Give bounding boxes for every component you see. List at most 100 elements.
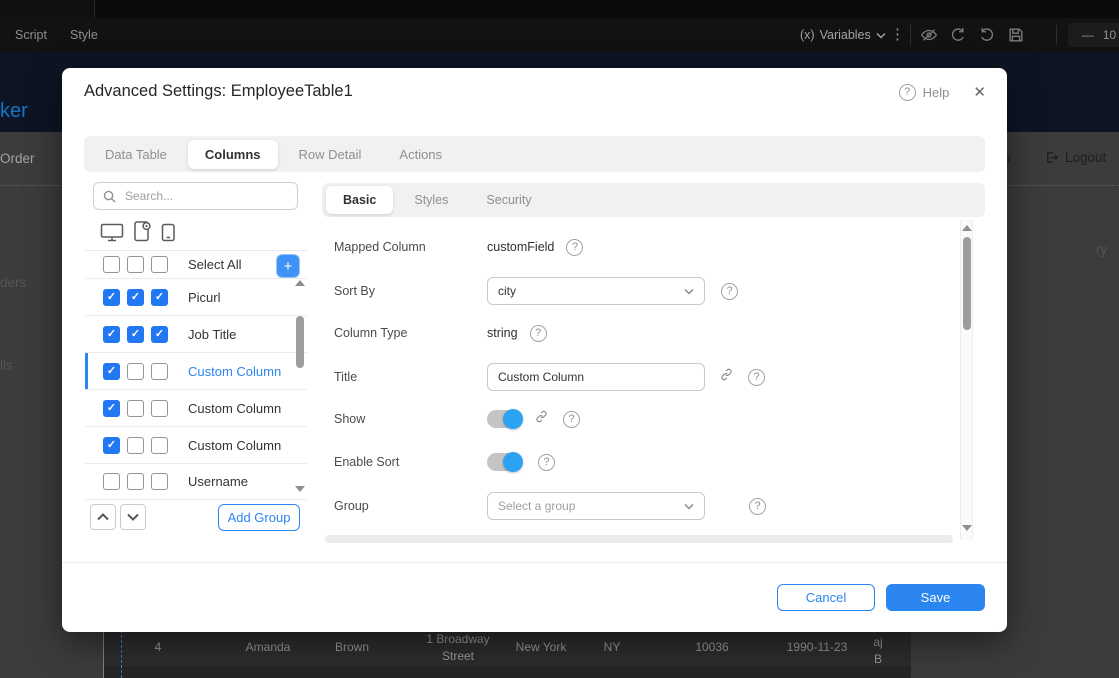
checkbox-checked[interactable]: ✓ — [151, 326, 168, 343]
checkbox-unchecked[interactable] — [151, 437, 168, 454]
scroll-up-icon[interactable] — [962, 225, 972, 231]
browser-strip — [0, 0, 1119, 18]
select-value: city — [498, 284, 516, 298]
cancel-button[interactable]: Cancel — [777, 584, 875, 611]
horizontal-scrollbar[interactable] — [325, 535, 953, 543]
field-row-group: Group Select a group ? — [334, 492, 974, 520]
form-scrollbar[interactable] — [960, 220, 973, 540]
field-row-title: Title ? — [334, 363, 974, 391]
move-up-button[interactable] — [90, 504, 116, 530]
employee-table-row-strip: 4AmandaBrown1 Broadway StreetNew YorkNY1… — [103, 630, 911, 678]
enable-sort-toggle-on[interactable] — [487, 453, 522, 471]
modal-tab-bar: Data Table Columns Row Detail Actions — [84, 136, 985, 172]
checkbox-checked[interactable]: ✓ — [103, 363, 120, 380]
show-toggle-on[interactable] — [487, 410, 522, 428]
column-list-item[interactable]: ✓Custom Column — [85, 352, 307, 389]
table-cell: Brown — [335, 630, 369, 666]
checkbox-checked[interactable]: ✓ — [103, 400, 120, 417]
field-label: Title — [334, 370, 487, 384]
checkbox-unchecked[interactable] — [127, 363, 144, 380]
nav-item-order[interactable]: Order — [0, 151, 35, 166]
help-icon[interactable]: ? — [566, 239, 583, 256]
move-down-button[interactable] — [120, 504, 146, 530]
column-list-item[interactable]: ✓✓✓Job Title — [85, 315, 307, 352]
zoom-control[interactable]: — 10 — [1068, 23, 1119, 47]
checkbox-checked[interactable]: ✓ — [103, 437, 120, 454]
mobile-icon[interactable] — [160, 223, 176, 242]
tab-styles[interactable]: Styles — [397, 186, 465, 214]
kebab-menu-icon[interactable]: ⋮ — [890, 18, 905, 52]
checkbox-unchecked[interactable] — [151, 363, 168, 380]
logout-button[interactable]: Logout — [1044, 150, 1106, 165]
variables-label: Variables — [820, 28, 871, 42]
search-icon — [103, 190, 116, 203]
link-icon[interactable] — [719, 367, 734, 387]
column-list-item[interactable]: Username — [85, 463, 307, 500]
device-visibility-icons — [100, 220, 176, 242]
scroll-up-icon[interactable] — [295, 280, 305, 286]
checkbox-checked[interactable]: ✓ — [103, 326, 120, 343]
help-icon[interactable]: ? — [749, 498, 766, 515]
checkbox-checked[interactable]: ✓ — [103, 289, 120, 306]
checkbox-unchecked[interactable] — [127, 473, 144, 490]
tab-basic[interactable]: Basic — [326, 186, 393, 214]
scroll-down-icon[interactable] — [962, 525, 972, 531]
toolbar-tab-style[interactable]: Style — [70, 18, 98, 52]
add-column-button[interactable]: + — [276, 254, 300, 278]
help-icon[interactable]: ? — [721, 283, 738, 300]
help-icon[interactable]: ? — [538, 454, 555, 471]
scrollbar-thumb[interactable] — [963, 237, 971, 330]
title-input[interactable] — [487, 363, 705, 391]
column-item-label: Custom Column — [188, 438, 281, 453]
tab-row-detail[interactable]: Row Detail — [282, 140, 379, 169]
checkbox-unchecked[interactable] — [151, 400, 168, 417]
save-icon[interactable] — [1007, 26, 1025, 44]
variables-icon: (x) — [800, 28, 815, 42]
select-placeholder: Select a group — [498, 499, 575, 513]
checkbox-unchecked[interactable] — [103, 256, 120, 273]
help-icon[interactable]: ? — [899, 84, 916, 101]
undo-icon[interactable] — [949, 26, 967, 44]
save-button[interactable]: Save — [886, 584, 985, 611]
desktop-icon[interactable] — [100, 223, 124, 242]
variables-dropdown[interactable]: (x) Variables — [800, 18, 886, 52]
redo-icon[interactable] — [978, 26, 996, 44]
tablet-icon[interactable] — [132, 220, 152, 242]
column-list-item[interactable]: ✓ Custom Column — [85, 426, 307, 463]
checkbox-checked[interactable]: ✓ — [127, 289, 144, 306]
column-list-item[interactable]: ✓✓✓Picurl — [85, 278, 307, 315]
toolbar-divider — [910, 25, 911, 45]
scrollbar-thumb[interactable] — [296, 316, 304, 368]
checkbox-checked[interactable]: ✓ — [127, 326, 144, 343]
tab-security[interactable]: Security — [469, 186, 548, 214]
screen: Script Style (x) Variables ⋮ — 10 ker Or… — [0, 0, 1119, 678]
table-cell: 4 — [155, 630, 162, 666]
checkbox-unchecked[interactable] — [127, 437, 144, 454]
checkbox-unchecked[interactable] — [151, 256, 168, 273]
column-list-item[interactable]: ✓Custom Column — [85, 389, 307, 426]
help-icon[interactable]: ? — [748, 369, 765, 386]
checkbox-checked[interactable]: ✓ — [151, 289, 168, 306]
scroll-down-icon[interactable] — [295, 486, 305, 492]
help-icon[interactable]: ? — [530, 325, 547, 342]
tab-actions[interactable]: Actions — [382, 140, 459, 169]
sort-by-select[interactable]: city — [487, 277, 705, 305]
checkbox-unchecked[interactable] — [151, 473, 168, 490]
search-input[interactable] — [123, 188, 288, 204]
help-icon[interactable]: ? — [563, 411, 580, 428]
link-icon[interactable] — [534, 409, 549, 429]
help-link[interactable]: Help — [923, 85, 950, 100]
checkbox-unchecked[interactable] — [103, 473, 120, 490]
eye-off-icon[interactable] — [920, 26, 938, 44]
add-group-button[interactable]: Add Group — [218, 504, 300, 531]
checkbox-unchecked[interactable] — [127, 400, 144, 417]
close-icon[interactable]: ✕ — [973, 83, 986, 101]
list-scrollbar[interactable] — [295, 280, 307, 502]
zoom-out-icon[interactable]: — — [1082, 28, 1094, 42]
tab-columns[interactable]: Columns — [188, 140, 278, 169]
checkbox-unchecked[interactable] — [127, 256, 144, 273]
group-select[interactable]: Select a group — [487, 492, 705, 520]
field-row-column-type: Column Type string ? — [334, 319, 974, 347]
toolbar-tab-script[interactable]: Script — [15, 18, 47, 52]
tab-data-table[interactable]: Data Table — [88, 140, 184, 169]
